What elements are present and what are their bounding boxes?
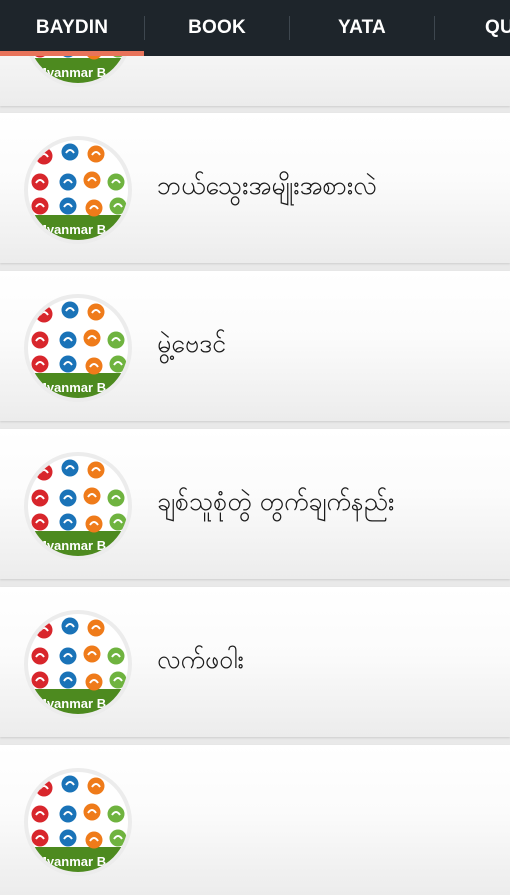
zodiac-symbol-icon (85, 357, 103, 375)
zodiac-symbol-icon (59, 331, 77, 349)
active-tab-indicator (0, 51, 144, 56)
zodiac-symbol-icon (87, 145, 105, 163)
tab-bar: BAYDIN BOOK YATA QUO (0, 0, 510, 56)
zodiac-symbol-icon (107, 173, 125, 191)
zodiac-signs-icon: Myanmar B (28, 614, 128, 714)
list-item-title: လက်ဖဝါး (157, 644, 244, 674)
zodiac-symbol-icon (83, 171, 101, 189)
zodiac-symbol-icon (31, 647, 49, 665)
zodiac-symbol-icon (59, 355, 77, 373)
zodiac-symbol-icon (85, 515, 103, 533)
tab-book[interactable]: BOOK (145, 0, 289, 56)
zodiac-symbol-icon (31, 489, 49, 507)
zodiac-symbol-icon (109, 355, 127, 373)
list-item[interactable]: Myanmar B မွဲ့ဗေဒင် (0, 271, 510, 421)
zodiac-symbol-icon (59, 489, 77, 507)
zodiac-symbol-icon (31, 197, 49, 215)
list-item-title: မွဲ့ဗေဒင် (157, 328, 227, 358)
zodiac-signs-icon: Myanmar B (28, 140, 128, 240)
zodiac-symbol-icon (83, 645, 101, 663)
list-item-title: ဘယ်သွေးအမျိုးအစားလဲ (157, 170, 377, 200)
zodiac-symbol-icon (61, 617, 79, 635)
list-item[interactable]: Myanmar B ဘယ်သွေးအမျိုးအစားလဲ (0, 113, 510, 263)
zodiac-symbol-icon (61, 775, 79, 793)
zodiac-symbol-icon (107, 489, 125, 507)
zodiac-signs-icon: Myanmar B (28, 772, 128, 872)
list-item[interactable]: Myanmar B လက်ဖဝါး (0, 587, 510, 737)
tab-label: QUO (485, 17, 510, 38)
zodiac-symbol-icon (35, 779, 53, 797)
zodiac-symbol-icon (59, 805, 77, 823)
avatar-banner-text: Myanmar B (36, 538, 106, 553)
zodiac-symbol-icon (35, 305, 53, 323)
list-item[interactable]: Myanmar B ချစ်သူစုံတွဲ တွက်ချက်နည်း (0, 429, 510, 579)
zodiac-symbol-icon (87, 619, 105, 637)
zodiac-symbol-icon (61, 143, 79, 161)
avatar: Myanmar B (24, 768, 132, 876)
list-item[interactable]: Myanmar B (0, 745, 510, 895)
zodiac-symbol-icon (83, 329, 101, 347)
avatar-banner-text: Myanmar B (36, 854, 106, 869)
avatar-banner-text: Myanmar B (36, 380, 106, 395)
zodiac-symbol-icon (59, 197, 77, 215)
zodiac-symbol-icon (87, 461, 105, 479)
zodiac-signs-icon: Myanmar B (28, 298, 128, 398)
zodiac-symbol-icon (107, 647, 125, 665)
avatar: Myanmar B (24, 610, 132, 718)
zodiac-symbol-icon (107, 805, 125, 823)
zodiac-symbol-icon (31, 173, 49, 191)
tab-label: BAYDIN (35, 17, 109, 38)
zodiac-symbol-icon (83, 803, 101, 821)
zodiac-symbol-icon (61, 459, 79, 477)
zodiac-symbol-icon (31, 355, 49, 373)
zodiac-symbol-icon (85, 673, 103, 691)
zodiac-symbol-icon (109, 513, 127, 531)
avatar: Myanmar B (24, 136, 132, 244)
zodiac-symbol-icon (59, 829, 77, 847)
zodiac-symbol-icon (59, 671, 77, 689)
tab-yata[interactable]: YATA (290, 0, 434, 56)
zodiac-symbol-icon (109, 671, 127, 689)
zodiac-symbol-icon (61, 301, 79, 319)
zodiac-symbol-icon (35, 621, 53, 639)
zodiac-symbol-icon (35, 463, 53, 481)
zodiac-symbol-icon (85, 199, 103, 217)
zodiac-symbol-icon (31, 671, 49, 689)
zodiac-symbol-icon (31, 829, 49, 847)
tab-label: YATA (338, 17, 386, 38)
zodiac-symbol-icon (59, 647, 77, 665)
zodiac-signs-icon: Myanmar B (28, 456, 128, 556)
zodiac-symbol-icon (87, 303, 105, 321)
list-item-title: ချစ်သူစုံတွဲ တွက်ချက်နည်း (157, 486, 395, 516)
zodiac-symbol-icon (31, 513, 49, 531)
zodiac-symbol-icon (87, 777, 105, 795)
avatar: Myanmar B (24, 294, 132, 402)
tab-quo[interactable]: QUO (435, 0, 510, 56)
zodiac-symbol-icon (35, 147, 53, 165)
zodiac-symbol-icon (109, 829, 127, 847)
avatar: Myanmar B (24, 452, 132, 560)
zodiac-symbol-icon (31, 331, 49, 349)
tab-baydin[interactable]: BAYDIN (0, 0, 144, 56)
avatar-banner-text: Myanmar B (36, 65, 106, 80)
zodiac-symbol-icon (31, 805, 49, 823)
zodiac-symbol-icon (59, 513, 77, 531)
avatar-banner-text: Myanmar B (36, 696, 106, 711)
avatar-banner-text: Myanmar B (36, 222, 106, 237)
tab-label: BOOK (188, 17, 246, 38)
zodiac-symbol-icon (85, 831, 103, 849)
baydin-list: Myanmar B Myanmar B ဘယ်သွေးအမျိုးအစားလဲ (0, 0, 510, 895)
zodiac-symbol-icon (59, 173, 77, 191)
zodiac-symbol-icon (109, 197, 127, 215)
zodiac-symbol-icon (107, 331, 125, 349)
zodiac-symbol-icon (83, 487, 101, 505)
